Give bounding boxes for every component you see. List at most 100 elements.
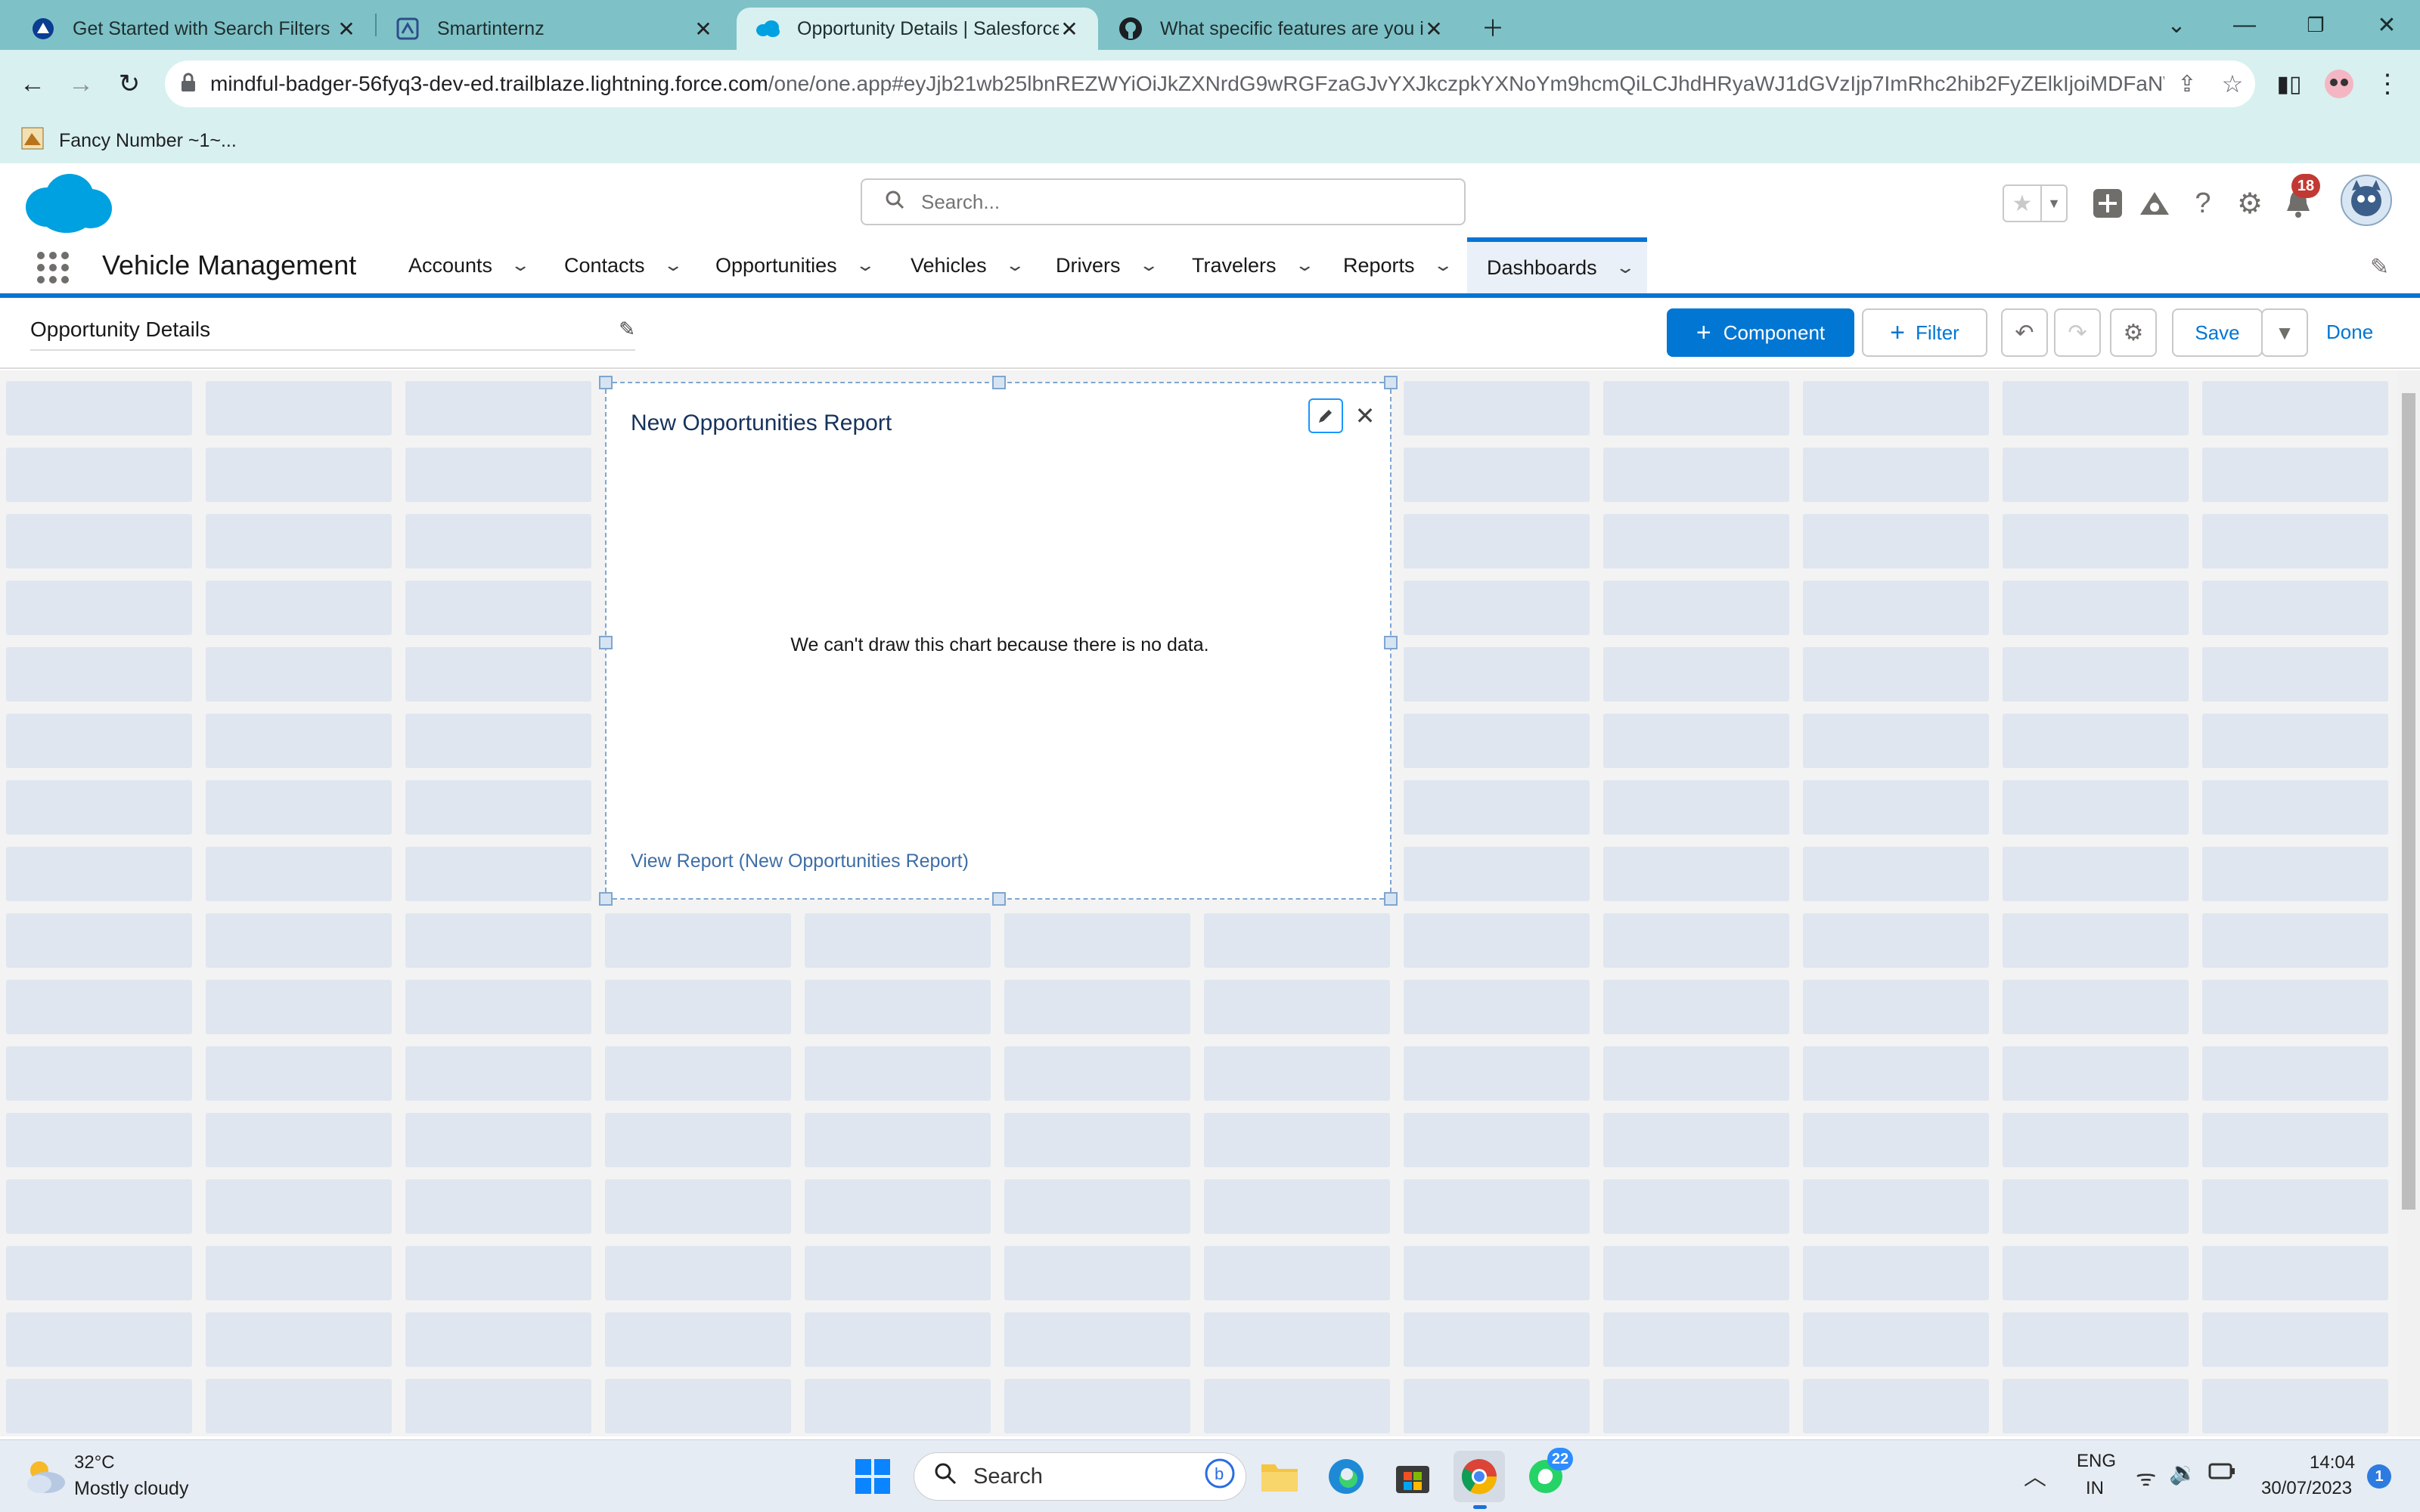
share-icon[interactable]: ⇪ (2164, 71, 2210, 98)
resize-handle[interactable] (1384, 376, 1398, 389)
remove-component-close-icon[interactable]: ✕ (1348, 398, 1382, 433)
windows-start-icon[interactable] (847, 1451, 898, 1502)
properties-gear-icon[interactable]: ⚙ (2110, 308, 2157, 357)
clock-time[interactable]: 14:04 (2310, 1452, 2355, 1473)
app-launcher-icon[interactable] (35, 249, 71, 290)
nav-item-dashboards[interactable]: Dashboards ⌄ (1467, 237, 1647, 293)
user-avatar[interactable] (2340, 174, 2393, 227)
salesforce-logo[interactable] (23, 171, 113, 238)
minimize-button[interactable]: — (2222, 6, 2267, 44)
close-tab-icon[interactable]: ✕ (336, 17, 357, 41)
taskbar-search[interactable]: Search b (914, 1452, 1246, 1501)
side-panel-icon[interactable]: ▮▯ (2269, 64, 2310, 104)
grid-cell (206, 1179, 392, 1234)
undo-icon[interactable]: ↶ (2001, 308, 2048, 357)
scrollbar-thumb[interactable] (2402, 393, 2415, 1210)
grid-cell (2202, 1379, 2388, 1433)
grid-cell (2003, 1312, 2189, 1367)
done-button[interactable]: Done (2326, 321, 2373, 344)
show-hidden-icons-chevron-icon[interactable]: ︿ (2024, 1458, 2046, 1492)
volume-icon[interactable]: 🔉 (2169, 1460, 2197, 1486)
chevron-down-icon[interactable]: ⌄ (855, 256, 876, 275)
pencil-icon[interactable]: ✎ (619, 318, 635, 341)
redo-icon[interactable]: ↷ (2054, 308, 2101, 357)
profile-avatar-icon[interactable] (2319, 64, 2360, 104)
new-tab-button[interactable]: ＋ (1470, 8, 1516, 45)
edit-nav-pencil-icon[interactable]: ✎ (2370, 254, 2389, 280)
global-search-input[interactable]: Search... (861, 178, 1466, 225)
edit-component-pencil-icon[interactable] (1308, 398, 1343, 433)
add-component-button[interactable]: + Component (1667, 308, 1854, 357)
add-filter-button[interactable]: + Filter (1862, 308, 1987, 357)
microsoft-store-icon[interactable] (1387, 1451, 1438, 1502)
dashboard-name-field[interactable]: Opportunity Details ✎ (30, 318, 635, 351)
nav-item-contacts[interactable]: Contacts ⌄ (564, 237, 684, 293)
file-explorer-icon[interactable] (1254, 1451, 1305, 1502)
bookmark-star-icon[interactable]: ☆ (2210, 70, 2255, 98)
chevron-down-icon[interactable]: ⌄ (1138, 256, 1159, 275)
clock-date[interactable]: 30/07/2023 (2261, 1478, 2352, 1499)
language-indicator[interactable]: ENG (2077, 1451, 2116, 1472)
grid-cell (1004, 1179, 1190, 1234)
nav-item-drivers[interactable]: Drivers ⌄ (1056, 237, 1159, 293)
global-actions-icon[interactable] (2089, 184, 2127, 222)
tab-salesforce[interactable]: Opportunity Details | Salesforce ✕ (737, 8, 1098, 50)
tab-trailhead[interactable]: Get Started with Search Filters in ✕ (12, 8, 375, 50)
close-tab-icon[interactable]: ✕ (1423, 17, 1444, 41)
resize-handle[interactable] (599, 892, 613, 906)
chevron-down-icon[interactable]: ⌄ (1615, 258, 1636, 277)
notification-center-badge[interactable]: 1 (2367, 1464, 2391, 1489)
nav-item-accounts[interactable]: Accounts ⌄ (408, 237, 531, 293)
view-report-link[interactable]: View Report (New Opportunities Report) (631, 850, 969, 872)
save-options-chevron-icon[interactable]: ▼ (2261, 308, 2308, 357)
grid-cell (206, 714, 392, 768)
bookmark-fancy-number[interactable]: Fancy Number ~1~... (59, 130, 237, 152)
nav-item-opportunities[interactable]: Opportunities ⌄ (715, 237, 876, 293)
wifi-icon[interactable]: ᯤ (2136, 1461, 2156, 1492)
tab-smartinternz[interactable]: Smartinternz ✕ (377, 8, 732, 50)
grid-cell (1803, 780, 1989, 835)
chevron-down-icon[interactable]: ⌄ (1432, 256, 1454, 275)
resize-handle[interactable] (1384, 892, 1398, 906)
grid-cell (1004, 1312, 1190, 1367)
trailhead-guidance-icon[interactable] (2136, 184, 2173, 222)
nav-item-vehicles[interactable]: Vehicles ⌄ (911, 237, 1025, 293)
close-tab-icon[interactable]: ✕ (693, 17, 714, 41)
edge-browser-icon[interactable] (1320, 1451, 1372, 1502)
resize-handle[interactable] (992, 892, 1006, 906)
chevron-down-icon[interactable]: ⌄ (510, 256, 531, 275)
region-indicator[interactable]: IN (2086, 1478, 2104, 1499)
weather-cloud-icon[interactable] (23, 1457, 68, 1500)
back-arrow-icon[interactable]: ← (12, 64, 53, 104)
reload-icon[interactable]: ↻ (109, 64, 150, 104)
close-window-button[interactable]: ✕ (2364, 6, 2409, 44)
report-chart-component[interactable]: New Opportunities Report ✕ We can't draw… (599, 376, 1398, 906)
address-bar[interactable]: mindful-badger-56fyq3-dev-ed.trailblaze.… (165, 60, 2255, 107)
tab-search-chevron-icon[interactable]: ⌄ (2154, 6, 2199, 44)
chevron-down-icon[interactable]: ⌄ (1294, 256, 1315, 275)
search-icon (934, 1462, 957, 1491)
grid-cell (1404, 581, 1590, 635)
setup-gear-icon[interactable]: ⚙ (2231, 184, 2269, 222)
save-button[interactable]: Save (2172, 308, 2263, 357)
help-icon[interactable]: ? (2184, 184, 2222, 222)
grid-cell (206, 780, 392, 835)
restore-button[interactable]: ❐ (2293, 6, 2338, 44)
grid-cell (206, 448, 392, 502)
chevron-down-icon[interactable]: ⌄ (662, 256, 684, 275)
forward-arrow-icon[interactable]: → (60, 64, 101, 104)
grid-cell (405, 714, 591, 768)
browser-menu-icon[interactable]: ⋮ (2367, 64, 2408, 104)
tab-github[interactable]: What specific features are you int ✕ (1100, 8, 1463, 50)
nav-item-reports[interactable]: Reports ⌄ (1343, 237, 1454, 293)
close-tab-icon[interactable]: ✕ (1059, 17, 1080, 41)
battery-icon[interactable] (2208, 1461, 2235, 1485)
canvas-scrollbar[interactable] (2397, 370, 2420, 1436)
notifications-badge: 18 (2291, 174, 2320, 198)
chevron-down-icon[interactable]: ⌄ (1004, 256, 1025, 275)
chrome-browser-icon[interactable] (1454, 1451, 1505, 1502)
favorites-button[interactable]: ★ ▼ (2003, 184, 2068, 222)
resize-handle[interactable] (599, 376, 613, 389)
resize-handle[interactable] (992, 376, 1006, 389)
nav-item-travelers[interactable]: Travelers ⌄ (1192, 237, 1315, 293)
